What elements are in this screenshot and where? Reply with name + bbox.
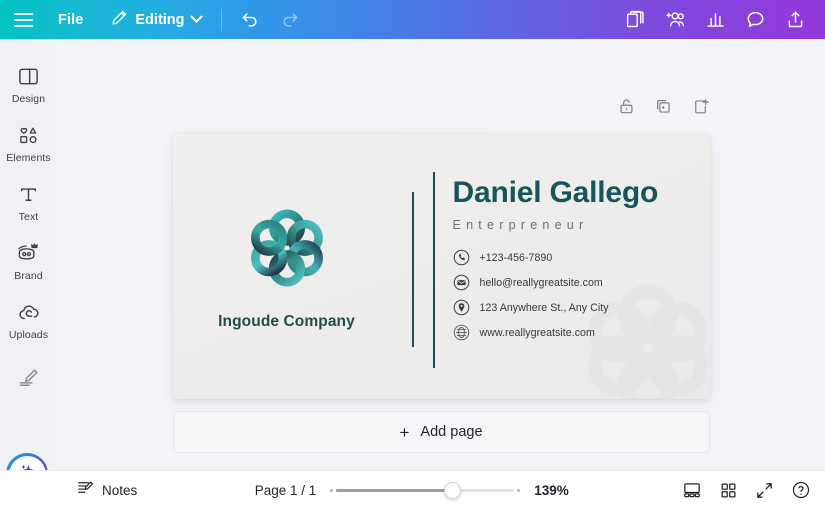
hamburger-menu-button[interactable]	[0, 0, 46, 39]
sidebar-label-elements: Elements	[6, 152, 51, 164]
card-divider-rules	[401, 134, 445, 399]
sidebar-label-text: Text	[18, 211, 39, 223]
redo-arrow-icon	[280, 10, 300, 30]
add-page-icon[interactable]	[691, 97, 710, 121]
file-menu-button[interactable]: File	[46, 0, 95, 39]
duplicate-pages-icon	[625, 9, 646, 30]
left-sidebar: Design Elements Text Brand Uploads	[0, 39, 57, 509]
sidebar-item-draw[interactable]	[0, 350, 57, 404]
layout-panel-icon	[17, 63, 40, 89]
sidebar-label-brand: Brand	[14, 270, 43, 282]
undo-arrow-icon	[240, 10, 260, 30]
lock-page-icon[interactable]	[617, 97, 636, 121]
hamburger-icon	[13, 9, 33, 31]
sidebar-item-brand[interactable]: Brand	[0, 232, 57, 291]
card-contact-address: 123 Anywhere St., Any City	[453, 299, 710, 316]
duplicate-page-icon[interactable]	[654, 97, 673, 121]
card-rule-short	[411, 192, 414, 347]
add-people-icon	[664, 8, 687, 31]
zoom-slider-max-dot	[517, 488, 521, 492]
sidebar-label-design: Design	[11, 93, 46, 105]
chevron-down-icon	[189, 10, 203, 24]
page-indicator: Page 1 / 1	[254, 482, 317, 498]
add-page-label: Add page	[420, 424, 483, 440]
comment-bubble-icon	[745, 9, 766, 30]
card-company-name: Ingoude Company	[218, 312, 355, 330]
design-page-wrapper: Ingoude Company Daniel Gallego Enterpren…	[57, 134, 825, 399]
sidebar-item-elements[interactable]: Elements	[0, 114, 57, 173]
share-button[interactable]	[775, 0, 815, 39]
share-with-people-button[interactable]	[655, 0, 695, 39]
editing-mode-button[interactable]: Editing	[95, 0, 212, 39]
card-info-block: Daniel Gallego Enterpreneur +123-456-789…	[445, 134, 710, 399]
card-person-role: Enterpreneur	[452, 218, 589, 232]
business-card-design[interactable]: Ingoude Company Daniel Gallego Enterpren…	[172, 134, 710, 399]
celtic-knot-flower-logo	[250, 208, 323, 287]
bottom-status-bar: Notes Page 1 / 1 139%	[0, 470, 825, 509]
card-contact-phone: +123-456-7890	[453, 249, 710, 266]
insights-chart-icon	[705, 9, 726, 30]
share-upload-icon	[785, 9, 806, 30]
editing-label: Editing	[135, 11, 185, 28]
undo-button[interactable]	[230, 0, 270, 39]
add-page-wrapper: + Add page	[57, 411, 825, 453]
zoom-slider-fill	[336, 488, 453, 492]
sidebar-item-text[interactable]: Text	[0, 173, 57, 232]
card-contact-website: www.reallygreatsite.com	[453, 324, 710, 341]
toolbar-divider	[220, 8, 222, 31]
redo-button[interactable]	[270, 0, 310, 39]
cloud-upload-icon	[17, 299, 41, 325]
zoom-slider-thumb[interactable]	[444, 481, 462, 499]
comments-button[interactable]	[735, 0, 775, 39]
card-brand-block: Ingoude Company	[173, 134, 401, 399]
pencil-icon	[111, 9, 128, 30]
insights-button[interactable]	[695, 0, 735, 39]
top-toolbar: File Editing	[0, 0, 825, 39]
card-contact-email: hello@reallygreatsite.com	[453, 274, 710, 291]
email-icon	[453, 274, 469, 291]
card-contact-website-text: www.reallygreatsite.com	[479, 326, 595, 339]
sidebar-label-uploads: Uploads	[8, 329, 49, 341]
editor-canvas-area: Ingoude Company Daniel Gallego Enterpren…	[57, 39, 825, 470]
shapes-icon	[17, 122, 40, 148]
pin-icon	[453, 299, 469, 316]
card-contact-list: +123-456-7890 hello@reallygreatsite.com	[453, 249, 710, 341]
duplicate-pages-button[interactable]	[615, 0, 655, 39]
canva-editor-window: File Editing Design Elements Text Brand …	[0, 0, 825, 509]
card-contact-address-text: 123 Anywhere St., Any City	[479, 301, 609, 314]
add-page-button[interactable]: + Add page	[172, 411, 710, 453]
sidebar-item-design[interactable]: Design	[0, 55, 57, 114]
card-contact-phone-text: +123-456-7890	[479, 251, 553, 264]
text-T-icon	[17, 181, 40, 207]
plus-icon: +	[399, 422, 410, 442]
card-person-name: Daniel Gallego	[452, 176, 659, 209]
card-rule-tall	[432, 172, 435, 368]
page-zoom-controls: Page 1 / 1 139%	[0, 481, 825, 499]
draw-pen-icon	[16, 364, 41, 390]
brand-crown-icon	[15, 240, 42, 266]
zoom-slider[interactable]	[330, 481, 521, 499]
phone-icon	[453, 249, 469, 266]
card-contact-email-text: hello@reallygreatsite.com	[479, 276, 603, 289]
page-tools-row	[57, 97, 825, 121]
globe-icon	[453, 324, 469, 341]
sidebar-item-uploads[interactable]: Uploads	[0, 291, 57, 350]
zoom-slider-min-dot	[330, 488, 334, 492]
zoom-level-value[interactable]: 139%	[534, 483, 570, 498]
